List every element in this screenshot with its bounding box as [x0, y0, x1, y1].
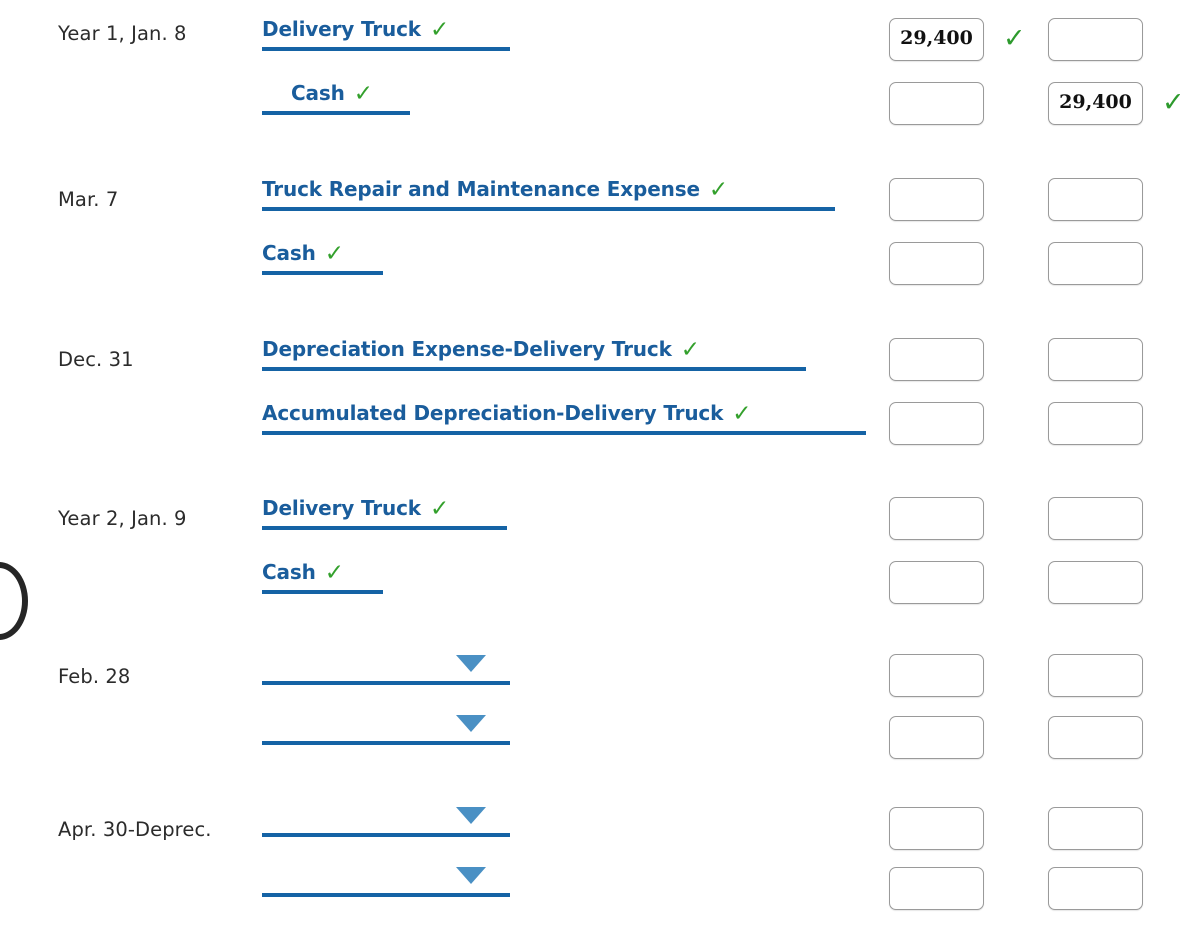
credit-amount-input[interactable] [1048, 716, 1143, 759]
account-name-text: Accumulated Depreciation-Delivery Truck ✓ [262, 401, 752, 427]
account-name-text: Depreciation Expense-Delivery Truck ✓ [262, 337, 700, 362]
credit-amount-input[interactable] [1048, 654, 1143, 697]
credit-amount-input[interactable] [1048, 338, 1143, 381]
entry-date-label: Mar. 7 [58, 188, 119, 211]
account-name-value: Cash [291, 81, 345, 105]
account-name-value: Delivery Truck [262, 17, 421, 41]
debit-amount-input[interactable] [889, 867, 984, 910]
credit-amount-input[interactable] [1048, 561, 1143, 604]
debit-amount-input[interactable] [889, 716, 984, 759]
credit-amount-input[interactable] [1048, 178, 1143, 221]
account-name-text: Delivery Truck ✓ [262, 496, 449, 521]
chevron-down-icon[interactable] [456, 807, 486, 824]
account-select[interactable] [262, 856, 510, 897]
account-name-field[interactable]: Cash ✓ [262, 553, 383, 594]
account-name-field[interactable]: Accumulated Depreciation-Delivery Truck ✓ [262, 394, 866, 435]
account-name-field[interactable]: Cash ✓ [262, 74, 410, 115]
account-name-value: Cash [262, 560, 316, 584]
debit-amount-input[interactable] [889, 178, 984, 221]
debit-amount-input[interactable] [889, 338, 984, 381]
entry-date-label: Year 1, Jan. 8 [58, 22, 187, 45]
account-name-field[interactable]: Truck Repair and Maintenance Expense ✓ [262, 170, 835, 211]
account-underline: Cash ✓ [262, 553, 383, 594]
debit-amount-input[interactable] [889, 497, 984, 540]
debit-amount-input[interactable] [889, 561, 984, 604]
account-name-value: Truck Repair and Maintenance Expense [262, 177, 700, 201]
account-underline: Cash ✓ [262, 74, 410, 115]
debit-amount-input[interactable] [889, 82, 984, 125]
account-name-value: Depreciation Expense-Delivery Truck [262, 337, 672, 361]
credit-amount-input[interactable] [1048, 242, 1143, 285]
account-name-value: Accumulated Depreciation-Delivery Truck [262, 401, 724, 425]
account-name-field[interactable]: Depreciation Expense-Delivery Truck ✓ [262, 330, 806, 371]
account-underline: Cash ✓ [262, 234, 383, 275]
debit-amount-input[interactable] [889, 654, 984, 697]
debit-amount-input[interactable]: 29,400 [889, 18, 984, 61]
account-select[interactable] [262, 644, 510, 685]
credit-amount-input[interactable]: 29,400 [1048, 82, 1143, 125]
entry-date-label: Year 2, Jan. 9 [58, 507, 187, 530]
account-name-value: Cash [262, 241, 316, 265]
account-name-text: Cash ✓ [262, 560, 344, 585]
account-underline: Accumulated Depreciation-Delivery Truck ✓ [262, 394, 866, 435]
check-icon: ✓ [429, 496, 450, 522]
check-icon: ✓ [680, 337, 700, 363]
credit-amount-input[interactable] [1048, 18, 1143, 61]
debit-amount-value: 29,400 [900, 27, 973, 49]
check-icon: ✓ [324, 241, 344, 267]
account-underline: Truck Repair and Maintenance Expense ✓ [262, 170, 835, 211]
credit-amount-input[interactable] [1048, 497, 1143, 540]
account-name-text: Cash ✓ [291, 81, 373, 106]
chevron-down-icon[interactable] [456, 867, 486, 884]
account-select[interactable] [262, 796, 510, 837]
account-name-text: Truck Repair and Maintenance Expense ✓ [262, 177, 728, 202]
account-name-value: Delivery Truck [262, 496, 421, 520]
credit-amount-value: 29,400 [1059, 91, 1132, 113]
check-icon: ✓ [429, 17, 450, 43]
chevron-down-icon[interactable] [456, 655, 486, 672]
account-select[interactable] [262, 704, 510, 745]
account-underline: Delivery Truck ✓ [262, 10, 510, 51]
account-underline: Depreciation Expense-Delivery Truck ✓ [262, 330, 806, 371]
entry-date-label: Dec. 31 [58, 348, 134, 371]
chevron-down-icon[interactable] [456, 715, 486, 732]
account-name-field[interactable]: Delivery Truck ✓ [262, 10, 510, 51]
debit-amount-input[interactable] [889, 807, 984, 850]
entry-date-label: Apr. 30-Deprec. [58, 818, 212, 841]
check-icon: ✓ [1162, 87, 1185, 118]
account-underline: Delivery Truck ✓ [262, 489, 507, 530]
cursor-ring-icon [0, 562, 28, 640]
check-icon: ✓ [732, 401, 752, 427]
account-name-text: Delivery Truck ✓ [262, 17, 449, 42]
check-icon: ✓ [708, 177, 728, 203]
credit-amount-input[interactable] [1048, 867, 1143, 910]
journal-entry-worksheet: Year 1, Jan. 8 Delivery Truck ✓ 29,400 ✓ Cash… [0, 0, 1200, 927]
check-icon: ✓ [324, 560, 344, 586]
debit-amount-input[interactable] [889, 402, 984, 445]
account-name-field[interactable]: Cash ✓ [262, 234, 383, 275]
account-name-text: Cash ✓ [262, 241, 344, 266]
debit-amount-input[interactable] [889, 242, 984, 285]
check-icon: ✓ [1003, 23, 1026, 54]
credit-amount-input[interactable] [1048, 402, 1143, 445]
credit-amount-input[interactable] [1048, 807, 1143, 850]
account-name-field[interactable]: Delivery Truck ✓ [262, 489, 507, 530]
check-icon: ✓ [353, 81, 373, 107]
entry-date-label: Feb. 28 [58, 665, 131, 688]
